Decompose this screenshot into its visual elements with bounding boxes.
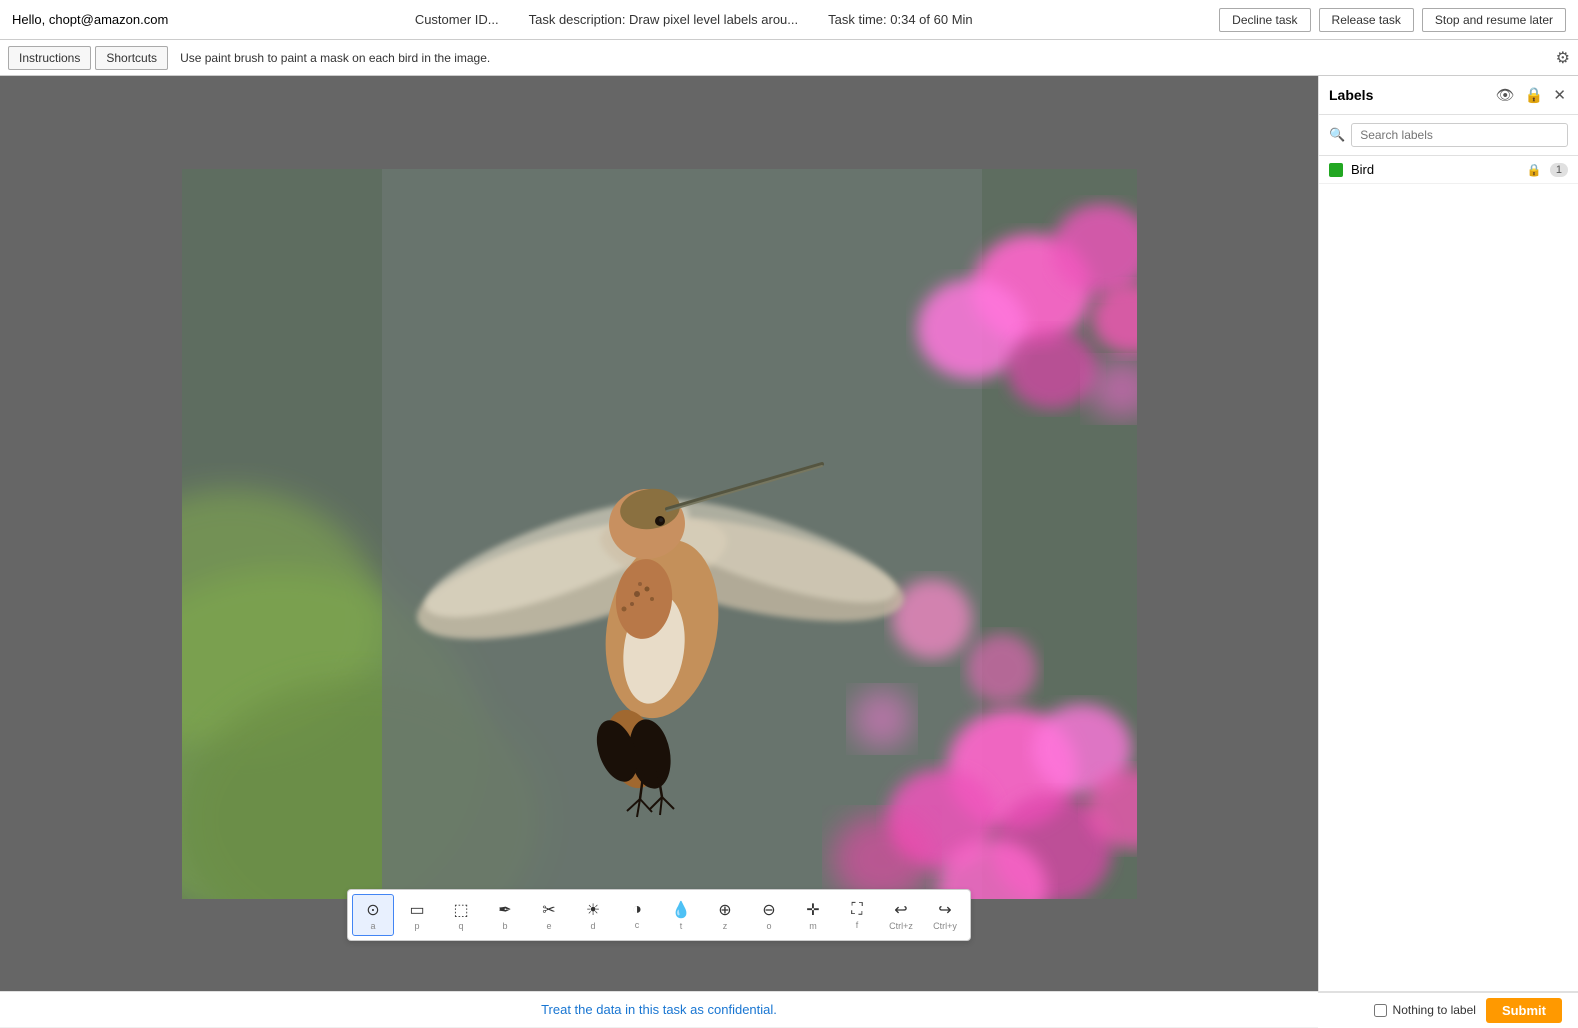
lock-icon[interactable]: 🔒: [1523, 84, 1546, 106]
settings-icon[interactable]: ⚙: [1556, 48, 1570, 68]
bottom-right: Nothing to label Submit: [1318, 992, 1578, 1028]
label-lock-icon: 🔒: [1527, 163, 1542, 177]
crosshair-tool[interactable]: ✛ m: [792, 894, 834, 936]
nothing-to-label-text: Nothing to label: [1393, 1003, 1476, 1017]
bottom-bar: Treat the data in this task as confident…: [0, 991, 1578, 1027]
toolbar: ⊙ a ▭ p ⬚ q ✒ b ✂ e: [347, 889, 971, 941]
top-bar-right: Decline task Release task Stop and resum…: [1219, 8, 1566, 32]
release-task-button[interactable]: Release task: [1319, 8, 1414, 32]
zoom-in-icon: ⊕: [718, 900, 731, 920]
label-item-bird[interactable]: Bird 🔒 1: [1319, 156, 1578, 184]
undo-tool[interactable]: ↩ Ctrl+z: [880, 894, 922, 936]
brightness-icon: ☀: [586, 900, 600, 920]
canvas-wrapper[interactable]: ⊙ a ▭ p ⬚ q ✒ b ✂ e: [0, 76, 1318, 991]
close-panel-icon[interactable]: ✕: [1551, 84, 1568, 106]
crosshair-icon: ✛: [806, 900, 819, 920]
redo-tool[interactable]: ↪ Ctrl+y: [924, 894, 966, 936]
top-bar: Hello, chopt@amazon.com Customer ID... T…: [0, 0, 1578, 40]
rect-select-tool[interactable]: ⬚ q: [440, 894, 482, 936]
eraser-icon: ✂: [542, 900, 555, 920]
nothing-to-label-container: Nothing to label: [1374, 1003, 1476, 1017]
label-count-bird: 1: [1550, 163, 1568, 177]
decline-task-button[interactable]: Decline task: [1219, 8, 1310, 32]
zoom-out-icon: ⊖: [762, 900, 775, 920]
label-name-bird: Bird: [1351, 162, 1519, 177]
brightness-tool[interactable]: ☀ d: [572, 894, 614, 936]
brush-icon: ⊙: [366, 900, 379, 920]
visibility-icon[interactable]: 👁: [1494, 84, 1517, 106]
labels-panel: Labels 👁 🔒 ✕ 🔍 Bird 🔒 1: [1318, 76, 1578, 991]
task-time: Task time: 0:34 of 60 Min: [828, 12, 973, 27]
fill-icon: 💧: [671, 900, 691, 920]
content-row: ⊙ a ▭ p ⬚ q ✒ b ✂ e: [0, 76, 1578, 991]
fit-tool[interactable]: ⛶ f: [836, 894, 878, 936]
rect-icon: ▭: [409, 900, 424, 920]
pen-icon: ✒: [498, 900, 511, 920]
search-labels-input[interactable]: [1351, 123, 1568, 147]
undo-icon: ↩: [894, 900, 907, 920]
zoom-in-tool[interactable]: ⊕ z: [704, 894, 746, 936]
contrast-tool[interactable]: ◑ c: [616, 894, 658, 936]
instructions-tab[interactable]: Instructions: [8, 46, 91, 70]
labels-title: Labels: [1329, 87, 1488, 103]
redo-icon: ↪: [938, 900, 951, 920]
fit-icon: ⛶: [851, 901, 862, 919]
labels-list: Bird 🔒 1: [1319, 156, 1578, 991]
image-canvas[interactable]: [182, 169, 1137, 899]
confidential-text: Treat the data in this task as confident…: [0, 1002, 1318, 1017]
task-description: Task description: Draw pixel level label…: [529, 12, 799, 27]
stop-resume-button[interactable]: Stop and resume later: [1422, 8, 1566, 32]
zoom-out-tool[interactable]: ⊖ o: [748, 894, 790, 936]
brush-tool[interactable]: ⊙ a: [352, 894, 394, 936]
submit-button[interactable]: Submit: [1486, 998, 1562, 1023]
instruction-text: Use paint brush to paint a mask on each …: [180, 51, 490, 65]
greeting: Hello, chopt@amazon.com: [12, 12, 168, 27]
rect-select-icon: ⬚: [453, 900, 468, 920]
hummingbird-svg: [182, 169, 1137, 899]
search-icon: 🔍: [1329, 127, 1345, 143]
labels-header: Labels 👁 🔒 ✕: [1319, 76, 1578, 115]
shortcuts-tab[interactable]: Shortcuts: [95, 46, 168, 70]
contrast-icon: ◑: [632, 901, 642, 919]
pen-tool[interactable]: ✒ b: [484, 894, 526, 936]
label-color-bird: [1329, 163, 1343, 177]
fill-tool[interactable]: 💧 t: [660, 894, 702, 936]
eraser-tool[interactable]: ✂ e: [528, 894, 570, 936]
rect-tool[interactable]: ▭ p: [396, 894, 438, 936]
top-bar-left: Hello, chopt@amazon.com: [12, 12, 168, 27]
customer-id: Customer ID...: [415, 12, 499, 27]
labels-search: 🔍: [1319, 115, 1578, 156]
top-bar-center: Customer ID... Task description: Draw pi…: [415, 12, 973, 27]
instruction-bar: Instructions Shortcuts Use paint brush t…: [0, 40, 1578, 76]
nothing-to-label-checkbox[interactable]: [1374, 1004, 1387, 1017]
